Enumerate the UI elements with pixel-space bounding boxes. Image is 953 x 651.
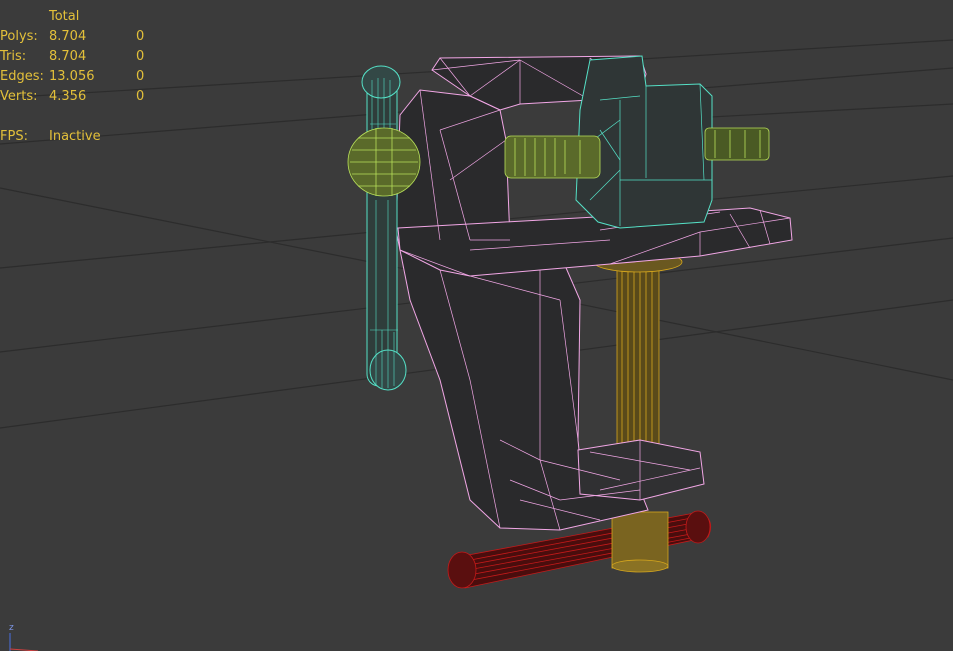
z-axis-label: z [9, 623, 14, 633]
handle-knob [347, 127, 421, 197]
stats-selected-value: 0 [136, 49, 145, 64]
stats-total-value: 4.356 [49, 89, 87, 104]
stats-selected-value: 0 [136, 69, 145, 84]
fps-value: Inactive [49, 129, 101, 144]
stats-selected-value: 0 [136, 89, 145, 104]
stats-label: Edges: [0, 69, 44, 84]
3d-viewport[interactable]: Total Polys: 8.704 0 Tris: 8.704 0 Edges… [0, 0, 953, 651]
stats-total-value: 8.704 [49, 49, 87, 64]
stats-total-value: 8.704 [49, 29, 87, 44]
stats-selected-value: 0 [136, 29, 145, 44]
axis-gizmo: z [9, 623, 39, 651]
stats-label: Tris: [0, 49, 27, 64]
stats-label: Verts: [0, 89, 38, 104]
stats-header: Total [49, 9, 80, 24]
stats-label: Polys: [0, 29, 38, 44]
stats-total-value: 13.056 [49, 69, 95, 84]
fps-label: FPS: [0, 129, 28, 144]
